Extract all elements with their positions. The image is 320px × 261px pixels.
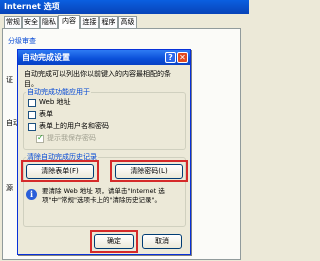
tab-programs[interactable]: 程序 bbox=[99, 16, 118, 28]
window-title: Internet 选项 bbox=[4, 2, 60, 11]
help-icon: ? bbox=[168, 53, 173, 62]
dialog-description: 自动完成可以列出你以前键入的内容最相配的条目。 bbox=[24, 70, 171, 88]
autocomplete-settings-dialog: 自动完成设置 ? ✕ 自动完成可以列出你以前键入的内容最相配的条目。 自动完成功… bbox=[17, 49, 191, 255]
ok-button[interactable]: 确定 bbox=[94, 234, 134, 249]
dialog-title: 自动完成设置 bbox=[22, 53, 70, 62]
info-icon: i bbox=[26, 189, 37, 200]
tab-general[interactable]: 常规 bbox=[4, 16, 22, 28]
tab-security[interactable]: 安全 bbox=[22, 16, 40, 28]
clear-passwords-button[interactable]: 清除密码(L) bbox=[115, 164, 183, 179]
tab-advanced[interactable]: 高级 bbox=[118, 16, 137, 28]
web-address-label: Web 地址 bbox=[39, 98, 71, 106]
forms-checkbox[interactable] bbox=[28, 111, 36, 119]
forms-label: 表单 bbox=[39, 110, 53, 118]
tab-privacy[interactable]: 隐私 bbox=[40, 16, 58, 28]
close-button[interactable]: ✕ bbox=[177, 52, 188, 63]
help-button[interactable]: ? bbox=[165, 52, 176, 63]
tab-content[interactable]: 内容 bbox=[58, 15, 80, 29]
ratings-section-label: 分级审查 bbox=[8, 37, 36, 45]
bg-edge-label-3: 源 bbox=[6, 184, 13, 192]
bg-edge-label-1: 证 bbox=[6, 76, 13, 84]
form-credentials-checkbox[interactable] bbox=[28, 123, 36, 131]
prompt-save-password-checkbox[interactable] bbox=[36, 133, 44, 143]
clear-info-text: 要清除 Web 地址 项，请单击"Internet 选项"中"常规"选项卡上的"… bbox=[42, 187, 165, 204]
window-title-bar: Internet 选项 bbox=[0, 0, 249, 14]
clear-forms-button[interactable]: 清除表单(F) bbox=[26, 164, 94, 179]
form-credentials-label: 表单上的用户名和密码 bbox=[39, 122, 109, 130]
autocomplete-usage-group-title: 自动完成功能应用于 bbox=[26, 87, 91, 97]
prompt-save-password-label: 提示我保存密码 bbox=[47, 134, 96, 142]
tab-connections[interactable]: 连接 bbox=[80, 16, 99, 28]
web-address-checkbox[interactable] bbox=[28, 99, 36, 107]
cancel-button[interactable]: 取消 bbox=[142, 234, 182, 249]
close-icon: ✕ bbox=[179, 53, 186, 62]
